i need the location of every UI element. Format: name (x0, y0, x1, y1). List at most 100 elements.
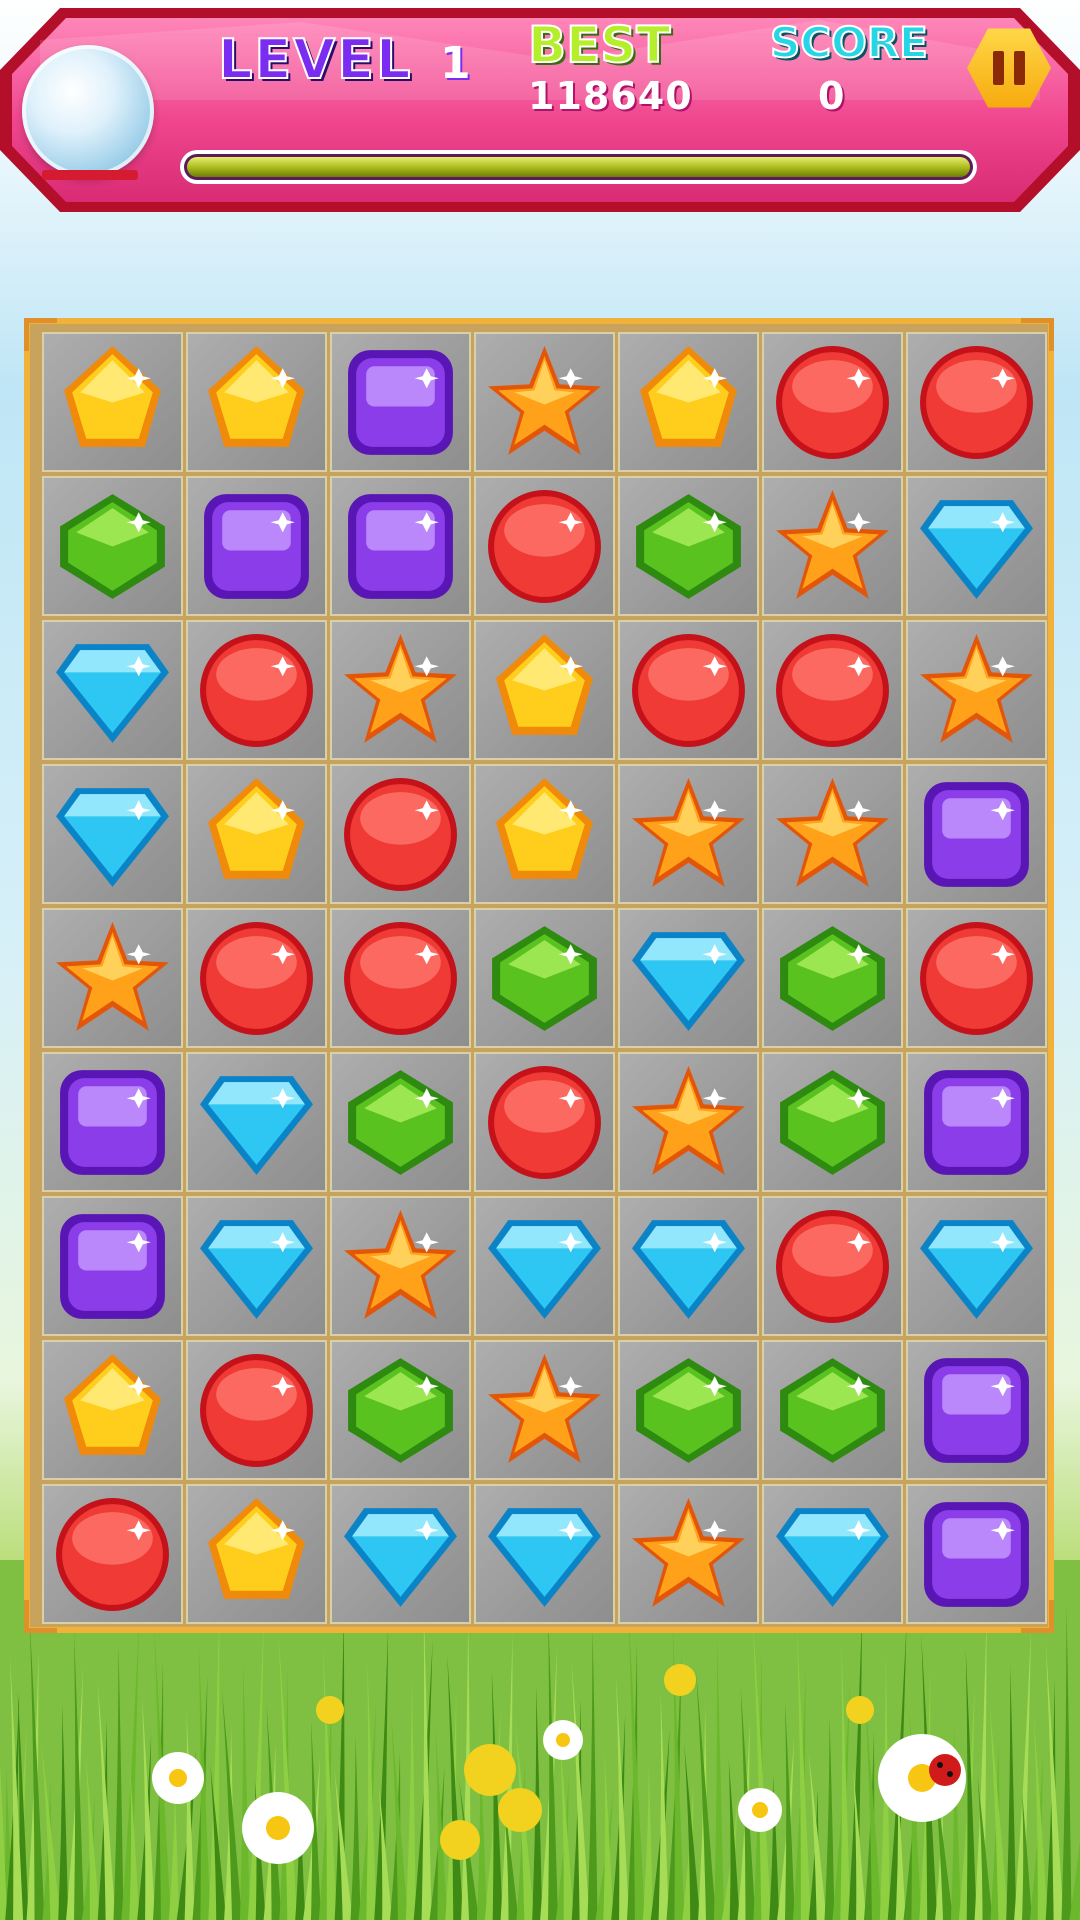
board-cell[interactable] (762, 332, 903, 472)
yellow-gem-icon (208, 1498, 305, 1599)
board-cell[interactable] (330, 476, 471, 616)
board-cell[interactable] (330, 908, 471, 1048)
green-gem-icon (348, 1070, 453, 1175)
orange-star-gem-icon (632, 778, 745, 887)
board-cell[interactable] (186, 1196, 327, 1336)
orange-star-gem-icon (488, 1354, 601, 1463)
yellow-gem-icon (208, 346, 305, 447)
board-cell[interactable] (762, 1340, 903, 1480)
board-cell[interactable] (330, 620, 471, 760)
board-cell[interactable] (186, 332, 327, 472)
red-gem-icon (200, 922, 313, 1035)
board-cell[interactable] (618, 1196, 759, 1336)
board-cell[interactable] (906, 1052, 1047, 1192)
board-cell[interactable] (474, 1196, 615, 1336)
board-cell[interactable] (42, 764, 183, 904)
board-cell[interactable] (906, 620, 1047, 760)
purple-gem-icon (348, 350, 453, 455)
board-cell[interactable] (618, 908, 759, 1048)
board-cell[interactable] (42, 1196, 183, 1336)
board-cell[interactable] (618, 332, 759, 472)
red-gem-icon (920, 922, 1033, 1035)
blue-gem-icon (632, 932, 745, 1031)
board-cell[interactable] (330, 1340, 471, 1480)
board-cell[interactable] (42, 1340, 183, 1480)
board-cell[interactable] (474, 1052, 615, 1192)
board-cell[interactable] (906, 476, 1047, 616)
board-cell[interactable] (762, 620, 903, 760)
board-cell[interactable] (186, 1052, 327, 1192)
blue-gem-icon (56, 788, 169, 887)
board-cell[interactable] (474, 1340, 615, 1480)
blue-gem-icon (920, 500, 1033, 599)
orange-star-gem-icon (776, 778, 889, 887)
board-cell[interactable] (762, 476, 903, 616)
board-cell[interactable] (474, 764, 615, 904)
orange-star-gem-icon (920, 634, 1033, 743)
board-cell[interactable] (762, 1196, 903, 1336)
purple-gem-icon (924, 1358, 1029, 1463)
board-cell[interactable] (618, 1052, 759, 1192)
board-cell[interactable] (906, 332, 1047, 472)
board-cell[interactable] (186, 476, 327, 616)
top-bar: LEVEL 1 BEST 118640 SCORE 0 (0, 0, 1080, 230)
board-cell[interactable] (618, 1340, 759, 1480)
board-cell[interactable] (618, 1484, 759, 1624)
board-cell[interactable] (618, 476, 759, 616)
purple-gem-icon (60, 1070, 165, 1175)
snow-globe-icon (22, 45, 154, 177)
score-label: SCORE (769, 17, 929, 68)
board-cell[interactable] (330, 1052, 471, 1192)
red-gem-icon (632, 634, 745, 747)
board-cell[interactable] (186, 764, 327, 904)
board-cell[interactable] (330, 764, 471, 904)
board-cell[interactable] (330, 332, 471, 472)
board-cell[interactable] (762, 908, 903, 1048)
board-cell[interactable] (474, 1484, 615, 1624)
board-cell[interactable] (186, 1340, 327, 1480)
green-gem-icon (492, 926, 597, 1031)
orange-star-gem-icon (56, 922, 169, 1031)
board-cell[interactable] (186, 620, 327, 760)
board-cell[interactable] (330, 1196, 471, 1336)
yellow-gem-icon (640, 346, 737, 447)
board-cell[interactable] (42, 908, 183, 1048)
yellow-gem-icon (496, 778, 593, 879)
red-gem-icon (56, 1498, 169, 1611)
board-cell[interactable] (906, 908, 1047, 1048)
red-gem-icon (200, 634, 313, 747)
yellow-gem-icon (64, 1354, 161, 1455)
board-cell[interactable] (474, 332, 615, 472)
board-cell[interactable] (618, 620, 759, 760)
board-cell[interactable] (618, 764, 759, 904)
board-cell[interactable] (762, 764, 903, 904)
blue-gem-icon (632, 1220, 745, 1319)
board-cell[interactable] (474, 476, 615, 616)
board-cell[interactable] (42, 620, 183, 760)
orange-star-gem-icon (632, 1498, 745, 1607)
board-cell[interactable] (42, 476, 183, 616)
board-cell[interactable] (906, 764, 1047, 904)
board-cell[interactable] (906, 1340, 1047, 1480)
purple-gem-icon (60, 1214, 165, 1319)
board-cell[interactable] (186, 1484, 327, 1624)
board-cell[interactable] (42, 1052, 183, 1192)
board-cell[interactable] (330, 1484, 471, 1624)
board-cell[interactable] (906, 1484, 1047, 1624)
red-gem-icon (920, 346, 1033, 459)
board-cell[interactable] (762, 1484, 903, 1624)
orange-star-gem-icon (776, 490, 889, 599)
board-cell[interactable] (474, 620, 615, 760)
board-cell[interactable] (762, 1052, 903, 1192)
red-gem-icon (776, 634, 889, 747)
snow-globe-base (42, 170, 138, 180)
board-cell[interactable] (474, 908, 615, 1048)
green-gem-icon (780, 1070, 885, 1175)
board-cell[interactable] (42, 1484, 183, 1624)
blue-gem-icon (488, 1508, 601, 1607)
green-gem-icon (780, 926, 885, 1031)
board-cell[interactable] (186, 908, 327, 1048)
board-cell[interactable] (906, 1196, 1047, 1336)
board-cell[interactable] (42, 332, 183, 472)
purple-gem-icon (924, 1502, 1029, 1607)
